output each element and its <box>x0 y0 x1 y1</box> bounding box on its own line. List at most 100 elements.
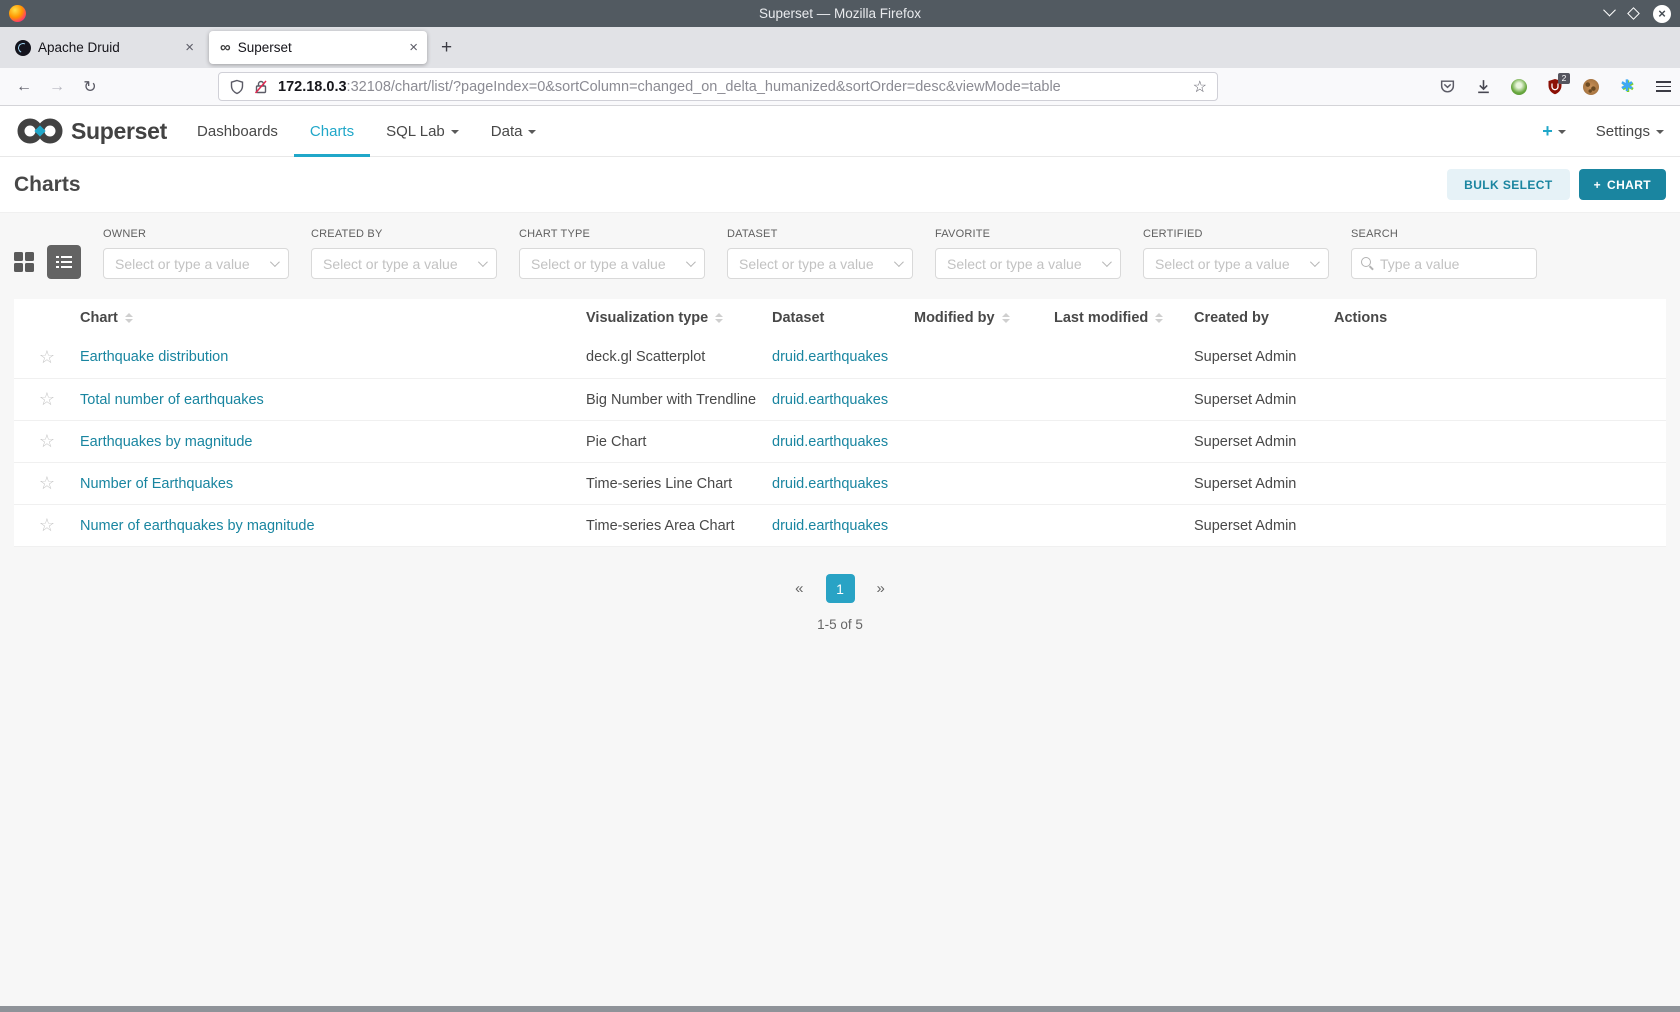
created-by-cell: Superset Admin <box>1194 349 1334 365</box>
filter-chart-type: CHART TYPE Select or type a value <box>519 228 705 279</box>
new-tab-button[interactable]: + <box>441 38 452 57</box>
chart-type-select[interactable]: Select or type a value <box>519 248 705 279</box>
column-header-visualization-type[interactable]: Visualization type <box>586 310 772 326</box>
url-text: 172.18.0.3:32108/chart/list/?pageIndex=0… <box>278 79 1061 95</box>
caret-down-icon <box>1558 130 1566 134</box>
settings-menu[interactable]: Settings <box>1596 123 1664 140</box>
window-title: Superset — Mozilla Firefox <box>0 6 1680 21</box>
nav-item-sql-lab[interactable]: SQL Lab <box>370 106 475 157</box>
druid-favicon <box>15 40 31 56</box>
table-row: ☆ Number of Earthquakes Time-series Line… <box>14 462 1666 504</box>
insecure-lock-icon[interactable] <box>253 79 269 95</box>
nav-item-charts[interactable]: Charts <box>294 106 370 157</box>
nav-item-dashboards[interactable]: Dashboards <box>181 106 294 157</box>
window-minimize-icon[interactable] <box>1603 4 1616 17</box>
superset-logo[interactable]: Superset <box>16 116 167 146</box>
viz-type-cell: deck.gl Scatterplot <box>586 349 772 365</box>
column-header-modified-by[interactable]: Modified by <box>914 310 1054 326</box>
chart-link[interactable]: Earthquakes by magnitude <box>80 434 253 450</box>
tab-title: Superset <box>238 40 403 55</box>
tab-superset[interactable]: ∞ Superset × <box>209 31 427 64</box>
created-by-cell: Superset Admin <box>1194 476 1334 492</box>
tab-apache-druid[interactable]: Apache Druid × <box>4 31 203 64</box>
prev-page-button[interactable]: « <box>787 580 811 597</box>
bookmark-star-icon[interactable]: ☆ <box>1193 77 1207 97</box>
column-header-created-by: Created by <box>1194 310 1334 326</box>
tracking-shield-icon[interactable] <box>229 79 245 95</box>
owner-select[interactable]: Select or type a value <box>103 248 289 279</box>
column-header-chart[interactable]: Chart <box>80 310 586 326</box>
table-row: ☆ Earthquake distribution deck.gl Scatte… <box>14 336 1666 378</box>
column-header-dataset: Dataset <box>772 310 914 326</box>
tab-close-icon[interactable]: × <box>185 40 194 55</box>
table-row: ☆ Numer of earthquakes by magnitude Time… <box>14 504 1666 546</box>
menu-icon[interactable] <box>1654 78 1672 96</box>
nav-item-data[interactable]: Data <box>475 106 553 157</box>
sort-icon[interactable] <box>715 313 723 323</box>
table-row: ☆ Earthquakes by magnitude Pie Chart dru… <box>14 420 1666 462</box>
created-by-cell: Superset Admin <box>1194 434 1334 450</box>
column-header-last-modified[interactable]: Last modified <box>1054 310 1194 326</box>
card-view-icon[interactable] <box>14 252 34 272</box>
page-1-button[interactable]: 1 <box>826 574 855 603</box>
tab-close-icon[interactable]: × <box>409 40 418 55</box>
sort-icon[interactable] <box>1155 313 1163 323</box>
dataset-link[interactable]: druid.earthquakes <box>772 349 888 365</box>
extension-privacy-icon[interactable] <box>1510 78 1528 96</box>
superset-favicon: ∞ <box>220 40 231 55</box>
window-close-icon[interactable]: × <box>1653 5 1671 23</box>
chart-link[interactable]: Earthquake distribution <box>80 349 228 365</box>
tab-title: Apache Druid <box>38 40 178 55</box>
favorite-star-icon[interactable]: ☆ <box>14 473 80 494</box>
download-icon[interactable] <box>1474 78 1492 96</box>
dataset-link[interactable]: druid.earthquakes <box>772 476 888 492</box>
dataset-link[interactable]: druid.earthquakes <box>772 434 888 450</box>
dataset-select[interactable]: Select or type a value <box>727 248 913 279</box>
dataset-link[interactable]: druid.earthquakes <box>772 392 888 408</box>
superset-navbar: Superset Dashboards Charts SQL Lab Data … <box>0 106 1680 157</box>
filter-owner: OWNER Select or type a value <box>103 228 289 279</box>
pagination: « 1 » <box>0 574 1680 603</box>
back-icon[interactable]: ← <box>10 78 38 96</box>
brand-name: Superset <box>71 118 167 145</box>
new-item-button[interactable]: + <box>1542 122 1566 140</box>
certified-select[interactable]: Select or type a value <box>1143 248 1329 279</box>
window-bottom-edge <box>0 1006 1680 1012</box>
window-titlebar: Superset — Mozilla Firefox × <box>0 0 1680 27</box>
created-by-select[interactable]: Select or type a value <box>311 248 497 279</box>
search-input[interactable] <box>1380 256 1510 272</box>
page-header: Charts BULK SELECT + CHART <box>0 157 1680 213</box>
pocket-icon[interactable] <box>1438 78 1456 96</box>
extension-asterisk-icon[interactable]: ✱ <box>1618 78 1636 96</box>
next-page-button[interactable]: » <box>869 580 893 597</box>
favorite-star-icon[interactable]: ☆ <box>14 389 80 410</box>
chevron-down-icon <box>1102 257 1112 267</box>
url-bar[interactable]: 172.18.0.3:32108/chart/list/?pageIndex=0… <box>218 72 1218 101</box>
reload-icon[interactable]: ↻ <box>76 77 104 97</box>
favorite-star-icon[interactable]: ☆ <box>14 347 80 368</box>
window-maximize-icon[interactable] <box>1627 7 1640 20</box>
bulk-select-button[interactable]: BULK SELECT <box>1447 169 1569 200</box>
favorite-select[interactable]: Select or type a value <box>935 248 1121 279</box>
sort-icon[interactable] <box>1002 313 1010 323</box>
viz-type-cell: Time-series Line Chart <box>586 476 772 492</box>
chart-link[interactable]: Numer of earthquakes by magnitude <box>80 518 315 534</box>
ublock-shield-icon[interactable]: 2 <box>1546 78 1564 96</box>
dataset-link[interactable]: druid.earthquakes <box>772 518 888 534</box>
sort-icon[interactable] <box>125 313 133 323</box>
chart-link[interactable]: Total number of earthquakes <box>80 392 264 408</box>
superset-infinity-icon <box>16 116 64 146</box>
cookie-icon[interactable] <box>1582 78 1600 96</box>
chart-link[interactable]: Number of Earthquakes <box>80 476 233 492</box>
viz-type-cell: Time-series Area Chart <box>586 518 772 534</box>
caret-down-icon <box>1656 130 1664 134</box>
add-chart-button[interactable]: + CHART <box>1579 169 1666 200</box>
browser-tab-bar: Apache Druid × ∞ Superset × + <box>0 27 1680 68</box>
favorite-star-icon[interactable]: ☆ <box>14 431 80 452</box>
favorite-star-icon[interactable]: ☆ <box>14 515 80 536</box>
chevron-down-icon <box>894 257 904 267</box>
charts-table: Chart Visualization type Dataset Modifie… <box>14 299 1666 547</box>
plus-icon: + <box>1594 178 1601 192</box>
list-view-icon[interactable] <box>47 245 81 279</box>
ublock-badge: 2 <box>1558 73 1570 84</box>
